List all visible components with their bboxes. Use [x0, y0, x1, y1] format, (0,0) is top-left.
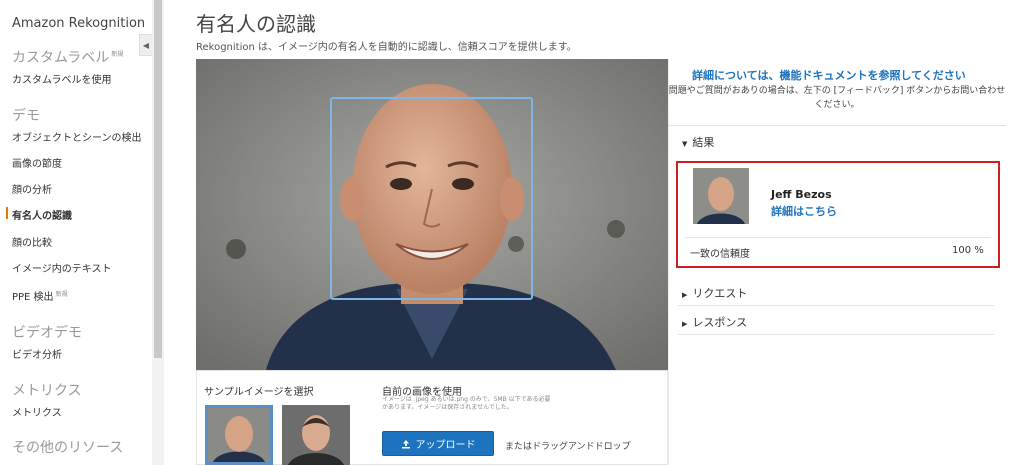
sidebar-item-custom-labels[interactable]: カスタムラベルを使用 — [12, 71, 112, 86]
confidence-value: 100 % — [952, 245, 984, 256]
results-toggle[interactable]: ▼ 結果 — [682, 134, 714, 150]
brand-title: Amazon Rekognition — [12, 16, 146, 31]
divider — [685, 237, 991, 238]
new-badge: 新規 — [55, 290, 68, 298]
sidebar-item-celebrity[interactable]: 有名人の認識 — [12, 207, 72, 222]
sidebar-item-text-in-image[interactable]: イメージ内のテキスト — [12, 260, 112, 275]
celebrity-thumbnail-art — [693, 168, 749, 224]
divider — [668, 125, 1006, 126]
upload-icon — [401, 439, 410, 448]
chevron-left-icon: ◀ — [142, 40, 150, 50]
face-bounding-box — [330, 97, 533, 300]
section-demo: デモ — [12, 108, 40, 124]
sample-images-label: サンプルイメージを選択 — [204, 387, 314, 398]
sidebar-scroll-thumb[interactable] — [154, 0, 162, 358]
sidebar-item-metrics[interactable]: メトリクス — [12, 404, 62, 419]
active-indicator — [6, 207, 8, 219]
celebrity-details-link[interactable]: 詳細はこちら — [771, 203, 837, 219]
new-badge: 新規 — [111, 51, 124, 59]
drag-drop-hint: またはドラッグアンドドロップ — [505, 442, 631, 452]
sidebar-item-ppe[interactable]: PPE 検出 新規 — [12, 288, 68, 303]
sample-image-1-art — [208, 408, 270, 462]
sidebar: Amazon Rekognition カスタムラベル 新規 カスタムラベルを使用 … — [0, 0, 152, 465]
sample-image-2-art — [282, 405, 350, 465]
page-subtitle: Rekognition は、イメージ内の有名人を自動的に認識し、信頼スコアを提供… — [196, 42, 577, 53]
sample-image-1[interactable] — [205, 405, 273, 465]
section-video-demo: ビデオデモ — [12, 325, 82, 341]
celebrity-thumbnail — [693, 168, 749, 224]
celebrity-name: Jeff Bezos — [771, 188, 832, 201]
caret-right-icon: ▶ — [682, 291, 688, 299]
divider — [678, 334, 994, 335]
section-metrics: メトリクス — [12, 383, 82, 399]
divider — [678, 305, 994, 306]
upload-button[interactable]: アップロード — [382, 431, 494, 456]
sidebar-item-moderation[interactable]: 画像の節度 — [12, 155, 62, 170]
caret-down-icon: ▼ — [682, 140, 688, 148]
collapse-sidebar-button[interactable]: ◀ — [139, 34, 153, 56]
documentation-link[interactable]: 詳細については、機能ドキュメントを参照してください — [692, 67, 966, 83]
section-other-resources: その他のリソース — [12, 440, 124, 456]
upload-button-label: アップロード — [415, 440, 476, 451]
sample-image-2[interactable] — [282, 405, 350, 465]
response-toggle[interactable]: ▶ レスポンス — [682, 314, 747, 330]
sidebar-item-object-scene[interactable]: オブジェクトとシーンの検出 — [12, 129, 142, 144]
section-custom-labels: カスタムラベル 新規 — [12, 50, 124, 66]
help-text: 問題やご質問がおありの場合は、左下の [フィードバック] ボタンからお問い合わせ… — [668, 86, 1006, 110]
confidence-label: 一致の信頼度 — [690, 249, 750, 260]
sidebar-item-face-analysis[interactable]: 顔の分析 — [12, 181, 52, 196]
page-title: 有名人の認識 — [196, 12, 316, 36]
sidebar-item-face-compare[interactable]: 顔の比較 — [12, 234, 52, 249]
request-toggle[interactable]: ▶ リクエスト — [682, 285, 747, 301]
upload-note: イメージは .jpeg あるいは.png のみで、5MB 以下である必要がありま… — [382, 396, 551, 411]
analyzed-image — [196, 59, 668, 370]
sidebar-item-video-analysis[interactable]: ビデオ分析 — [12, 346, 62, 361]
caret-right-icon: ▶ — [682, 320, 688, 328]
